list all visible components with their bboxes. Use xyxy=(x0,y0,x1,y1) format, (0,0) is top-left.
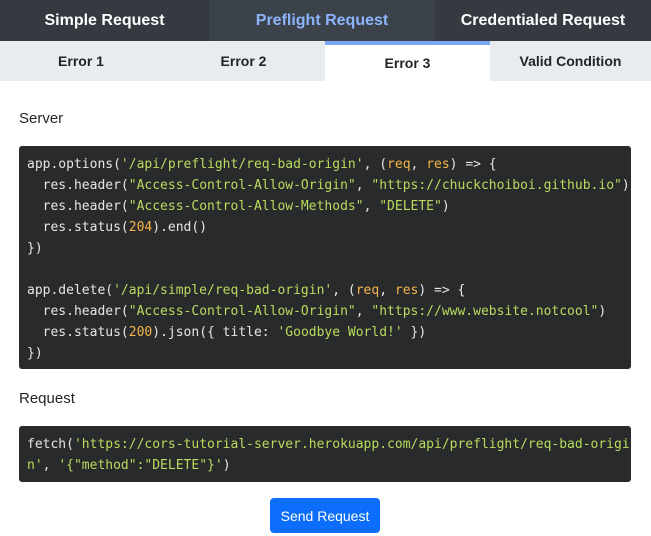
code-param: req xyxy=(355,283,380,298)
code-token: fetch( xyxy=(27,437,74,452)
subtab-error-1[interactable]: Error 1 xyxy=(0,41,162,81)
code-token: , xyxy=(379,283,395,298)
tab-credentialed-request[interactable]: Credentialed Request xyxy=(435,0,651,41)
code-string: '{"method":"DELETE"}' xyxy=(58,458,223,473)
code-token: , ( xyxy=(363,157,388,172)
server-code-block: app.options('/api/preflight/req-bad-orig… xyxy=(19,146,631,369)
code-token: res.status( xyxy=(27,220,129,235)
code-line: res.header("Access-Control-Allow-Origin"… xyxy=(27,175,630,196)
code-string: "DELETE" xyxy=(379,199,442,214)
code-token: ).json({ title: xyxy=(152,325,278,340)
top-navigation: Simple Request Preflight Request Credent… xyxy=(0,0,651,41)
code-token: res.status( xyxy=(27,325,129,340)
code-line: app.delete('/api/simple/req-bad-origin',… xyxy=(27,280,623,301)
code-token: ) => { xyxy=(418,283,466,298)
code-token: , xyxy=(355,178,372,193)
code-string: '/api/simple/req-bad-origin' xyxy=(113,283,333,298)
server-section-label: Server xyxy=(19,110,64,127)
code-token: app.options( xyxy=(27,157,121,172)
code-token: ) => { xyxy=(449,157,497,172)
code-line: res.status(204).end() xyxy=(27,217,623,238)
code-line: }) xyxy=(27,238,623,259)
code-line: fetch('https://cors-tutorial-server.hero… xyxy=(27,434,630,455)
code-string: "Access-Control-Allow-Origin" xyxy=(128,304,356,319)
code-string: "https://www.website.notcool" xyxy=(371,304,599,319)
code-token: }) xyxy=(402,325,427,340)
code-param: req xyxy=(387,157,411,172)
code-token: , xyxy=(355,304,372,319)
code-token: res.header( xyxy=(27,304,129,319)
subtab-valid-condition[interactable]: Valid Condition xyxy=(490,41,651,81)
code-token: ) xyxy=(441,199,450,214)
code-line: res.status(200).json({ title: 'Goodbye W… xyxy=(27,322,623,343)
code-line: app.options('/api/preflight/req-bad-orig… xyxy=(27,154,623,175)
send-request-button[interactable]: Send Request xyxy=(270,498,380,533)
code-string: 'Goodbye World!' xyxy=(277,325,403,340)
code-number: 204 xyxy=(128,220,153,235)
subtab-error-3[interactable]: Error 3 xyxy=(325,41,490,81)
code-token: ) xyxy=(222,458,231,473)
code-line: res.header("Access-Control-Allow-Origin"… xyxy=(27,301,623,322)
code-token: , xyxy=(363,199,380,214)
code-token: , ( xyxy=(332,283,356,298)
code-token: ) xyxy=(621,178,630,193)
subtab-error-2[interactable]: Error 2 xyxy=(162,41,325,81)
code-token: , xyxy=(410,157,427,172)
code-token: ).end() xyxy=(152,220,208,235)
code-token: ) xyxy=(598,304,607,319)
tab-preflight-request[interactable]: Preflight Request xyxy=(209,0,435,41)
code-token: }) xyxy=(27,241,43,256)
code-token: res.header( xyxy=(27,178,129,193)
code-token: , xyxy=(42,458,59,473)
code-string: "Access-Control-Allow-Origin" xyxy=(128,178,356,193)
code-string: "https://chuckchoiboi.github.io" xyxy=(371,178,622,193)
code-number: 200 xyxy=(128,325,153,340)
tab-simple-request[interactable]: Simple Request xyxy=(0,0,209,41)
code-token: res.header( xyxy=(27,199,129,214)
request-code-block: fetch('https://cors-tutorial-server.hero… xyxy=(19,426,631,482)
code-string: n' xyxy=(27,458,43,473)
sub-tab-bar: Error 1 Error 2 Error 3 Valid Condition xyxy=(0,41,651,81)
code-line: res.header("Access-Control-Allow-Methods… xyxy=(27,196,623,217)
code-string: "Access-Control-Allow-Methods" xyxy=(128,199,364,214)
request-section-label: Request xyxy=(19,390,75,407)
code-line: }) xyxy=(27,343,623,364)
code-line: n', '{"method":"DELETE"}') xyxy=(27,455,623,476)
code-token: app.delete( xyxy=(27,283,114,298)
code-param: res xyxy=(394,283,419,298)
code-token: }) xyxy=(27,346,43,361)
code-string: '/api/preflight/req-bad-origin' xyxy=(120,157,364,172)
code-param: res xyxy=(426,157,450,172)
code-string: 'https://cors-tutorial-server.herokuapp.… xyxy=(73,437,630,452)
